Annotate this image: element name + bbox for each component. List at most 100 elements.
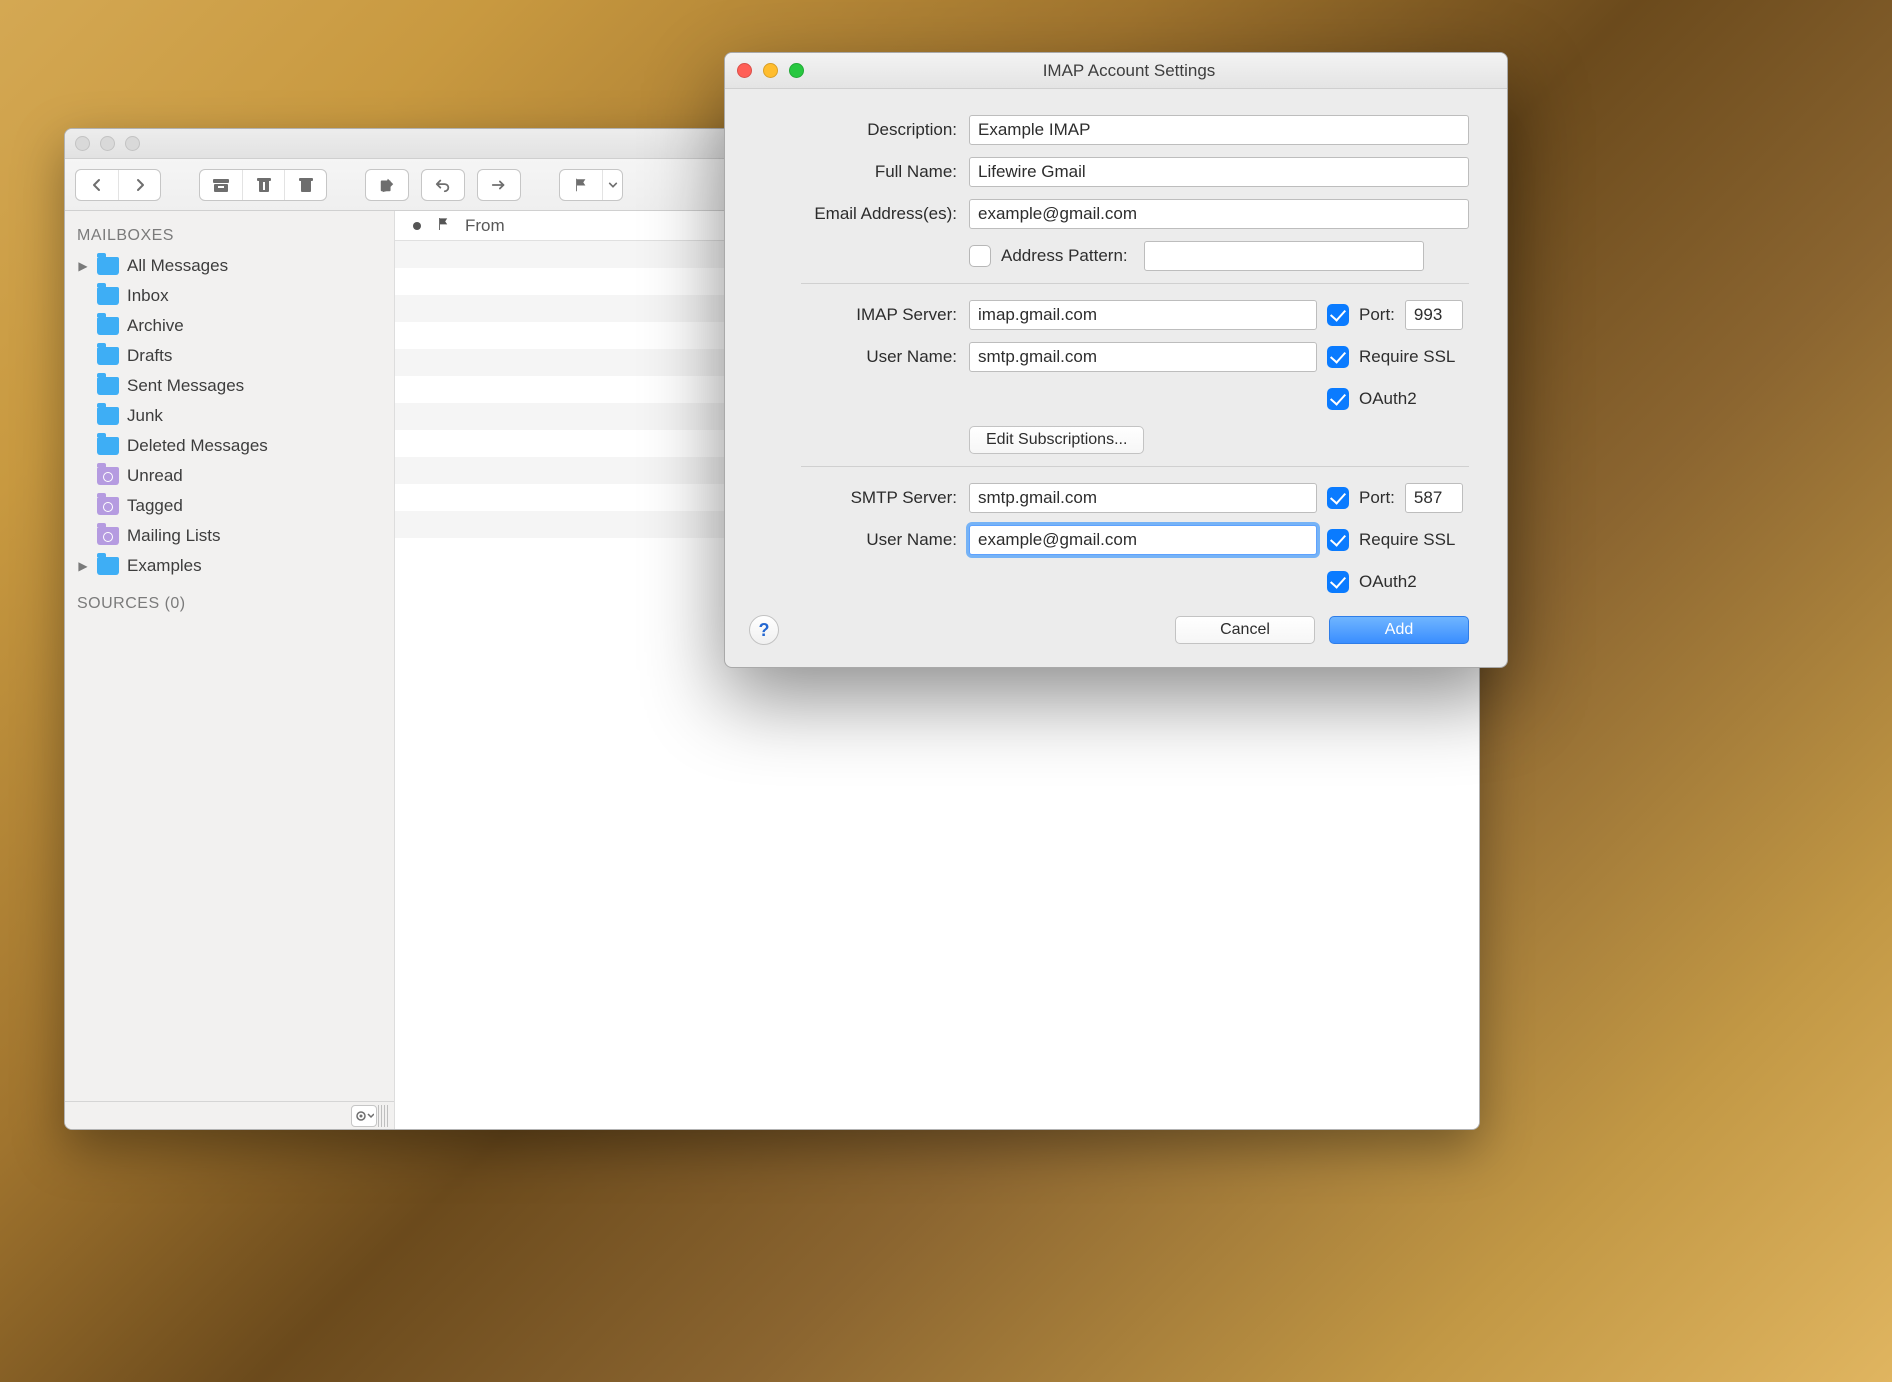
gear-menu-button[interactable] — [351, 1105, 377, 1127]
sidebar-item-examples[interactable]: ▶ Examples — [65, 551, 394, 581]
folder-icon — [97, 407, 119, 425]
sidebar-item-all-messages[interactable]: ▶ All Messages — [65, 251, 394, 281]
sidebar-item-label: Sent Messages — [127, 376, 244, 396]
address-pattern-checkbox[interactable] — [969, 245, 991, 267]
folder-icon — [97, 287, 119, 305]
imap-username-label: User Name: — [749, 347, 957, 367]
sidebar-item-inbox[interactable]: Inbox — [65, 281, 394, 311]
sidebar-footer — [65, 1101, 394, 1129]
close-icon[interactable] — [75, 136, 90, 151]
description-label: Description: — [749, 120, 957, 140]
help-button[interactable]: ? — [749, 615, 779, 645]
imap-oauth2-label: OAuth2 — [1359, 389, 1417, 409]
sidebar-item-tagged[interactable]: Tagged — [65, 491, 394, 521]
full-name-field[interactable] — [969, 157, 1469, 187]
unread-column-icon[interactable] — [413, 222, 421, 230]
disclosure-triangle-icon[interactable]: ▶ — [77, 559, 89, 573]
minimize-icon[interactable] — [763, 63, 778, 78]
description-field[interactable] — [969, 115, 1469, 145]
sidebar-item-label: Drafts — [127, 346, 172, 366]
sidebar-item-label: Unread — [127, 466, 183, 486]
disclosure-triangle-icon[interactable]: ▶ — [77, 259, 89, 273]
sidebar-section-mailboxes: MAILBOXES — [65, 221, 394, 251]
imap-oauth2-checkbox[interactable] — [1327, 388, 1349, 410]
address-pattern-field[interactable] — [1144, 241, 1424, 271]
resize-handle-icon[interactable] — [378, 1105, 390, 1127]
nav-group — [75, 169, 161, 201]
add-button[interactable]: Add — [1329, 616, 1469, 644]
flag-dropdown[interactable] — [559, 169, 623, 201]
imap-server-field[interactable] — [969, 300, 1317, 330]
sidebar-item-archive[interactable]: Archive — [65, 311, 394, 341]
sidebar-item-label: Archive — [127, 316, 184, 336]
dialog-title: IMAP Account Settings — [815, 61, 1495, 81]
email-addresses-label: Email Address(es): — [749, 204, 957, 224]
folder-icon — [97, 557, 119, 575]
sidebar-item-label: Tagged — [127, 496, 183, 516]
redo-button[interactable] — [478, 170, 520, 200]
folder-icon — [97, 257, 119, 275]
sidebar-item-label: Examples — [127, 556, 202, 576]
separator — [801, 283, 1469, 284]
smart-folder-icon — [97, 497, 119, 515]
sidebar-item-label: Deleted Messages — [127, 436, 268, 456]
flag-column-icon[interactable] — [437, 216, 449, 236]
smtp-ssl-checkbox[interactable] — [1327, 529, 1349, 551]
forward-button[interactable] — [118, 170, 160, 200]
imap-settings-dialog: IMAP Account Settings Description: Full … — [724, 52, 1508, 668]
junk-button[interactable] — [242, 170, 284, 200]
smtp-port-checkbox[interactable] — [1327, 487, 1349, 509]
maximize-icon[interactable] — [125, 136, 140, 151]
folder-icon — [97, 377, 119, 395]
sidebar-section-sources: SOURCES (0) — [65, 589, 394, 619]
smtp-oauth2-label: OAuth2 — [1359, 572, 1417, 592]
delete-button[interactable] — [284, 170, 326, 200]
imap-ssl-label: Require SSL — [1359, 347, 1455, 367]
imap-server-label: IMAP Server: — [749, 305, 957, 325]
smtp-username-field[interactable] — [969, 525, 1317, 555]
archive-button[interactable] — [200, 170, 242, 200]
imap-ssl-checkbox[interactable] — [1327, 346, 1349, 368]
sidebar: MAILBOXES ▶ All Messages Inbox Archive — [65, 211, 395, 1129]
full-name-label: Full Name: — [749, 162, 957, 182]
smtp-oauth2-checkbox[interactable] — [1327, 571, 1349, 593]
smtp-username-label: User Name: — [749, 530, 957, 550]
edit-subscriptions-button[interactable]: Edit Subscriptions... — [969, 426, 1144, 454]
sidebar-item-label: Inbox — [127, 286, 169, 306]
archive-group — [199, 169, 327, 201]
sidebar-item-junk[interactable]: Junk — [65, 401, 394, 431]
smtp-port-label: Port: — [1359, 488, 1395, 508]
separator — [801, 466, 1469, 467]
imap-username-field[interactable] — [969, 342, 1317, 372]
folder-icon — [97, 317, 119, 335]
maximize-icon[interactable] — [789, 63, 804, 78]
smtp-server-field[interactable] — [969, 483, 1317, 513]
minimize-icon[interactable] — [100, 136, 115, 151]
back-button[interactable] — [76, 170, 118, 200]
compose-button[interactable] — [366, 170, 408, 200]
from-column-header[interactable]: From — [465, 216, 505, 236]
cancel-button[interactable]: Cancel — [1175, 616, 1315, 644]
close-icon[interactable] — [737, 63, 752, 78]
sidebar-item-sent-messages[interactable]: Sent Messages — [65, 371, 394, 401]
sidebar-item-deleted-messages[interactable]: Deleted Messages — [65, 431, 394, 461]
sidebar-item-drafts[interactable]: Drafts — [65, 341, 394, 371]
smart-folder-icon — [97, 467, 119, 485]
sidebar-item-label: Junk — [127, 406, 163, 426]
dialog-titlebar: IMAP Account Settings — [725, 53, 1507, 89]
imap-port-field[interactable] — [1405, 300, 1463, 330]
email-addresses-field[interactable] — [969, 199, 1469, 229]
sidebar-item-unread[interactable]: Unread — [65, 461, 394, 491]
smtp-port-field[interactable] — [1405, 483, 1463, 513]
smtp-ssl-label: Require SSL — [1359, 530, 1455, 550]
compose-button-group — [365, 169, 409, 201]
undo-button[interactable] — [422, 170, 464, 200]
sidebar-item-mailing-lists[interactable]: Mailing Lists — [65, 521, 394, 551]
sidebar-item-label: Mailing Lists — [127, 526, 221, 546]
imap-port-label: Port: — [1359, 305, 1395, 325]
traffic-lights — [75, 136, 140, 151]
sidebar-item-label: All Messages — [127, 256, 228, 276]
imap-port-checkbox[interactable] — [1327, 304, 1349, 326]
redo-button-group — [477, 169, 521, 201]
smart-folder-icon — [97, 527, 119, 545]
